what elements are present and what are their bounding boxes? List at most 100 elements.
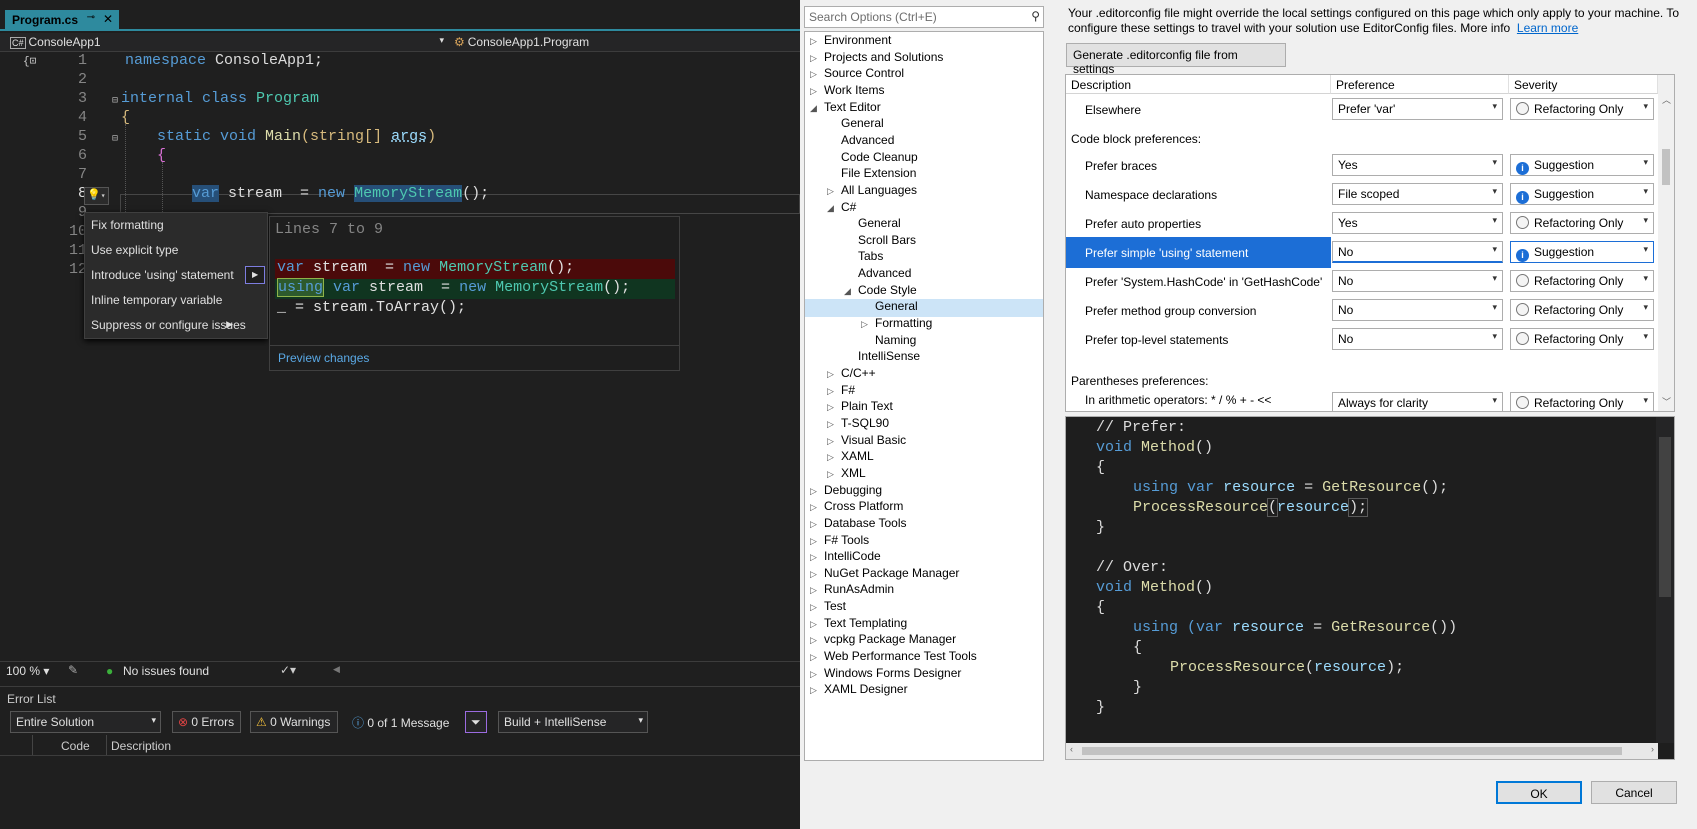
expand-arrow-icon[interactable]: ▷ <box>810 519 824 530</box>
collapse-icon[interactable]: ⊟ <box>112 133 118 145</box>
expand-arrow-icon[interactable]: ▷ <box>827 436 841 447</box>
search-icon[interactable]: ⚲ <box>1031 9 1040 23</box>
tree-item[interactable]: ▷ T-SQL90 <box>827 416 889 434</box>
document-tab-program-cs[interactable]: Program.cs ⊸ ✕ <box>5 10 119 31</box>
warnings-filter-button[interactable]: ⚠ 0 Warnings <box>250 711 338 733</box>
severity-dropdown[interactable]: i Suggestion ▾ <box>1510 154 1654 176</box>
preference-dropdown[interactable]: Always for clarity ▾ <box>1332 392 1503 411</box>
learn-more-link[interactable]: Learn more <box>1517 21 1578 35</box>
filter-icon[interactable]: ⏷ <box>465 711 487 733</box>
grid-row[interactable]: Prefer braces Yes ▾ i Suggestion ▾ <box>1066 150 1658 181</box>
scroll-down-icon[interactable]: ﹀ <box>1662 395 1671 408</box>
tree-item[interactable]: ▷ RunAsAdmin <box>810 582 894 600</box>
tree-item[interactable]: File Extension <box>827 166 916 184</box>
tree-item[interactable]: General <box>805 299 1043 318</box>
tree-item[interactable]: ▷ Windows Forms Designer <box>810 666 961 684</box>
brush-icon[interactable]: ✎ <box>68 663 78 677</box>
severity-dropdown[interactable]: i Suggestion ▾ <box>1510 241 1654 263</box>
expand-arrow-icon[interactable]: ▷ <box>810 36 824 47</box>
menu-item-use-explicit-type[interactable]: Use explicit type <box>85 238 267 263</box>
tree-item[interactable]: ▷ XAML Designer <box>810 682 908 700</box>
expand-arrow-icon[interactable]: ▷ <box>810 685 824 696</box>
build-filter-dropdown[interactable]: Build + IntelliSense ▾ <box>498 711 648 733</box>
menu-item-fix-formatting[interactable]: Fix formatting <box>85 213 267 238</box>
expand-arrow-icon[interactable]: ▷ <box>827 402 841 413</box>
expand-arrow-icon[interactable]: ▷ <box>827 452 841 463</box>
tree-item[interactable]: ▷ Test <box>810 599 846 617</box>
expand-arrow-icon[interactable]: ▷ <box>827 469 841 480</box>
preview-horizontal-scrollbar[interactable]: ‹ › <box>1066 743 1658 759</box>
tree-item[interactable]: ▷ C/C++ <box>827 366 876 384</box>
grid-row[interactable]: Prefer 'System.HashCode' in 'GetHashCode… <box>1066 266 1658 297</box>
cleanup-icon[interactable]: ✓▾ <box>280 663 296 677</box>
grid-row[interactable]: Prefer top-level statements No ▾ Refactorin… <box>1066 324 1658 355</box>
grid-row[interactable]: Namespace declarations File scoped ▾ i Sugge… <box>1066 179 1658 210</box>
expand-arrow-icon[interactable]: ▷ <box>827 419 841 430</box>
scroll-left-icon[interactable]: ‹ <box>1070 744 1073 754</box>
tree-item[interactable]: Naming <box>861 333 916 351</box>
expand-arrow-icon[interactable]: ▷ <box>810 602 824 613</box>
severity-dropdown[interactable]: Refactoring Only ▾ <box>1510 98 1654 120</box>
scroll-thumb[interactable] <box>1659 437 1671 597</box>
type-dropdown[interactable]: ⚙ ConsoleApp1.Program <box>450 33 790 52</box>
expand-arrow-icon[interactable]: ▷ <box>810 86 824 97</box>
expand-arrow-icon[interactable]: ▷ <box>810 619 824 630</box>
severity-dropdown[interactable]: Refactoring Only ▾ <box>1510 392 1654 411</box>
expand-arrow-icon[interactable]: ▷ <box>810 502 824 513</box>
tree-item[interactable]: ▷ XAML <box>827 449 874 467</box>
messages-filter-button[interactable]: ⓘ 0 of 1 Message <box>352 714 449 731</box>
zoom-dropdown[interactable]: 100 % ▾ <box>6 664 49 678</box>
generate-editorconfig-button[interactable]: Generate .editorconfig file from setting… <box>1066 43 1286 76</box>
collapse-icon[interactable]: ⊟ <box>112 95 118 107</box>
expand-arrow-icon[interactable]: ▷ <box>810 486 824 497</box>
tree-item[interactable]: ▷ Environment <box>810 33 891 51</box>
tree-item[interactable]: ◢ C# <box>827 200 856 218</box>
tree-item[interactable]: ▷ Work Items <box>810 83 884 101</box>
expand-arrow-icon[interactable]: ▷ <box>810 552 824 563</box>
tree-item[interactable]: Code Cleanup <box>827 150 918 168</box>
grid-row[interactable]: Prefer method group conversion No ▾ Refacto… <box>1066 295 1658 326</box>
preference-dropdown[interactable]: Yes ▾ <box>1332 212 1503 234</box>
submenu-arrow-box[interactable]: ▶ <box>245 266 265 284</box>
expand-arrow-icon[interactable]: ▷ <box>810 536 824 547</box>
tree-item[interactable]: ▷ All Languages <box>827 183 917 201</box>
expand-arrow-icon[interactable]: ▷ <box>810 669 824 680</box>
tree-item[interactable]: ▷ NuGet Package Manager <box>810 566 959 584</box>
expand-arrow-icon[interactable]: ▷ <box>861 319 875 330</box>
severity-dropdown[interactable]: i Suggestion ▾ <box>1510 183 1654 205</box>
expand-arrow-icon[interactable]: ▷ <box>810 69 824 80</box>
lightbulb-icon[interactable]: 💡▾ <box>84 187 109 205</box>
tree-item[interactable]: ▷ Source Control <box>810 66 904 84</box>
preference-dropdown[interactable]: Yes ▾ <box>1332 154 1503 176</box>
expand-arrow-icon[interactable]: ▷ <box>810 585 824 596</box>
tree-item[interactable]: ◢ Code Style <box>844 283 917 301</box>
tree-item[interactable]: ▷ Text Templating <box>810 616 907 634</box>
expanded-arrow-icon[interactable]: ◢ <box>844 286 858 297</box>
grid-row[interactable]: Prefer auto properties Yes ▾ Refactoring On… <box>1066 208 1658 239</box>
tree-item[interactable]: General <box>844 216 901 234</box>
grid-row-arithmetic[interactable]: In arithmetic operators: * / % + - << Al… <box>1066 388 1658 411</box>
column-header-preference[interactable]: Preference <box>1331 75 1509 94</box>
severity-dropdown[interactable]: Refactoring Only ▾ <box>1510 270 1654 292</box>
tree-item[interactable]: Tabs <box>844 249 883 267</box>
expand-arrow-icon[interactable]: ▷ <box>810 569 824 580</box>
preference-dropdown[interactable]: Prefer 'var' ▾ <box>1332 98 1503 120</box>
options-search-input[interactable]: Search Options (Ctrl+E) ⚲ <box>804 6 1044 28</box>
tree-item[interactable]: ◢ Text Editor <box>810 100 881 118</box>
preference-dropdown[interactable]: No ▾ <box>1332 299 1503 321</box>
issues-status[interactable]: No issues found <box>123 664 209 678</box>
tree-item[interactable]: General <box>827 116 884 134</box>
tree-item[interactable]: Advanced <box>827 133 894 151</box>
menu-item-suppress-configure[interactable]: Suppress or configure issues ▶ <box>85 313 267 338</box>
tree-item[interactable]: ▷ Debugging <box>810 483 882 501</box>
scroll-thumb[interactable] <box>1082 747 1622 755</box>
expanded-arrow-icon[interactable]: ◢ <box>827 203 841 214</box>
expand-arrow-icon[interactable]: ▷ <box>827 386 841 397</box>
expand-arrow-icon[interactable]: ▷ <box>827 186 841 197</box>
expand-arrow-icon[interactable]: ▷ <box>810 635 824 646</box>
scope-dropdown[interactable]: Entire Solution ▾ <box>10 711 161 733</box>
tree-item[interactable]: Scroll Bars <box>844 233 916 251</box>
scroll-right-icon[interactable]: › <box>1651 744 1654 754</box>
tree-item[interactable]: ▷ vcpkg Package Manager <box>810 632 956 650</box>
preference-dropdown[interactable]: File scoped ▾ <box>1332 183 1503 205</box>
